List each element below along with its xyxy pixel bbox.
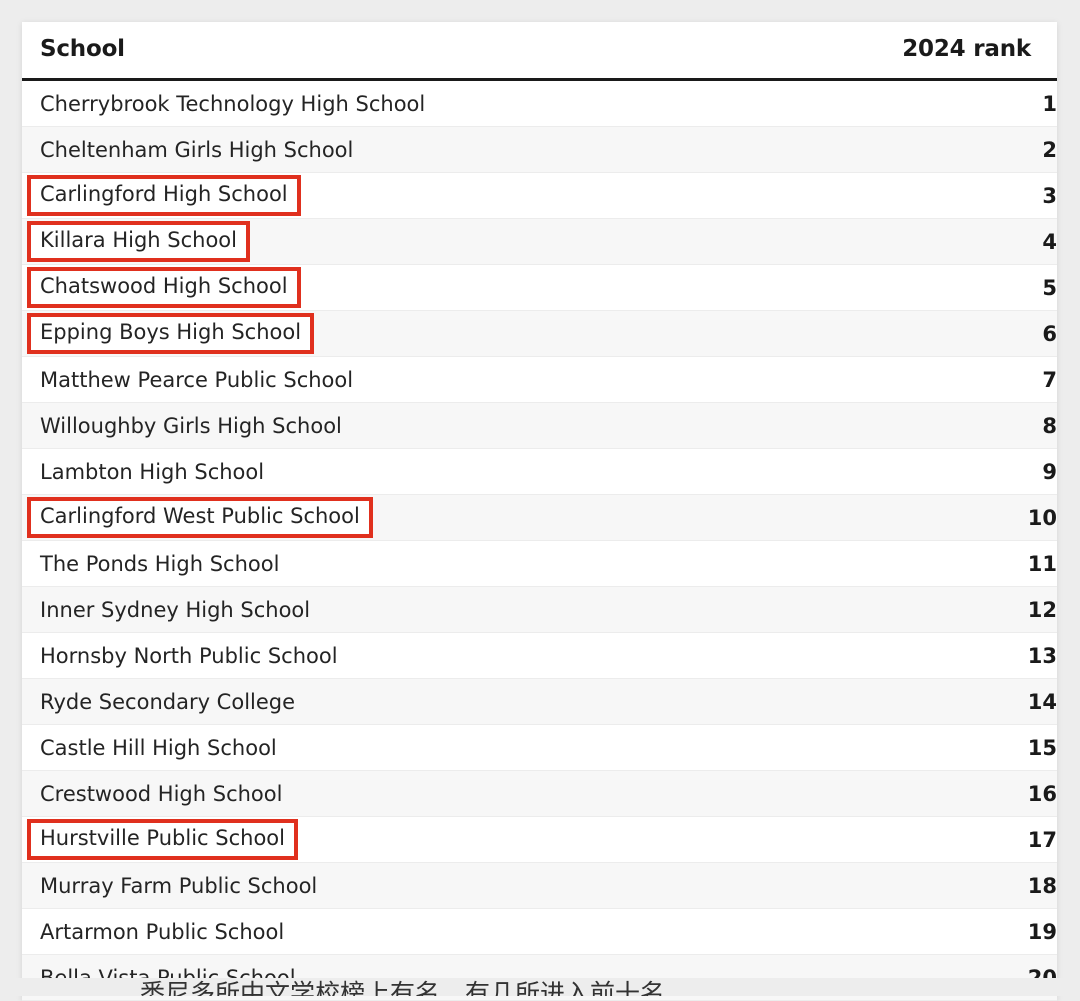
cell-rank: 18 — [851, 862, 1057, 909]
school-name: Lambton High School — [40, 459, 265, 484]
cell-rank: 15 — [851, 724, 1057, 771]
cell-rank: 5 — [851, 264, 1057, 311]
cell-school: Chatswood High School — [22, 264, 851, 311]
table-row[interactable]: Epping Boys High School 6 — [22, 310, 1057, 357]
page-root: School 2024 rank Cherrybrook Technology … — [0, 0, 1080, 1001]
school-name: Inner Sydney High School — [40, 597, 311, 622]
table-row[interactable]: Ryde Secondary College 14 — [22, 678, 1057, 725]
cell-rank: 16 — [851, 770, 1057, 817]
cell-school: Cheltenham Girls High School — [22, 126, 851, 173]
school-name: Crestwood High School — [40, 781, 283, 806]
school-name: Murray Farm Public School — [40, 873, 318, 898]
table-row[interactable]: Willoughby Girls High School 8 — [22, 402, 1057, 449]
cell-school: Killara High School — [22, 218, 851, 265]
cell-rank: 13 — [851, 632, 1057, 679]
school-name: Willoughby Girls High School — [40, 413, 342, 438]
table-row[interactable]: Matthew Pearce Public School 7 — [22, 356, 1057, 403]
column-header-school[interactable]: School — [22, 22, 851, 81]
caption-text: 悉尼多所中文学校榜上有名，有几所进入前十名 — [140, 979, 666, 996]
table-header-row: School 2024 rank — [22, 22, 1057, 81]
cell-school: Epping Boys High School — [22, 310, 851, 357]
caption-clip: 悉尼多所中文学校榜上有名，有几所进入前十名 — [0, 978, 1080, 996]
cell-rank: 4 — [851, 218, 1057, 265]
cell-rank: 1 — [851, 79, 1057, 127]
cell-rank: 7 — [851, 356, 1057, 403]
cell-school: Hornsby North Public School — [22, 632, 851, 679]
table-row[interactable]: Cheltenham Girls High School 2 — [22, 126, 1057, 173]
school-name: Castle Hill High School — [40, 735, 277, 760]
table-body: Cherrybrook Technology High School 1 Chelt… — [22, 79, 1057, 1001]
cell-rank: 19 — [851, 908, 1057, 955]
cell-rank: 9 — [851, 448, 1057, 495]
school-name-highlighted: Carlingford West Public School — [27, 497, 373, 538]
school-name: Matthew Pearce Public School — [40, 367, 354, 392]
cell-rank: 11 — [851, 540, 1057, 587]
table-row[interactable]: Castle Hill High School 15 — [22, 724, 1057, 771]
table-row[interactable]: Carlingford High School 3 — [22, 172, 1057, 219]
table-row[interactable]: Carlingford West Public School 10 — [22, 494, 1057, 541]
school-name: Cherrybrook Technology High School — [40, 91, 426, 116]
table-row[interactable]: Murray Farm Public School 18 — [22, 862, 1057, 909]
cell-school: Cherrybrook Technology High School — [22, 79, 851, 127]
cell-school: Murray Farm Public School — [22, 862, 851, 909]
school-name: The Ponds High School — [40, 551, 280, 576]
table-row[interactable]: Crestwood High School 16 — [22, 770, 1057, 817]
cell-school: Crestwood High School — [22, 770, 851, 817]
cell-school: Willoughby Girls High School — [22, 402, 851, 449]
cell-school: Artarmon Public School — [22, 908, 851, 955]
table-row[interactable]: Artarmon Public School 19 — [22, 908, 1057, 955]
school-ranking-table: School 2024 rank Cherrybrook Technology … — [22, 22, 1057, 1001]
table-row[interactable]: Lambton High School 9 — [22, 448, 1057, 495]
cell-school: Hurstville Public School — [22, 816, 851, 863]
table-row[interactable]: Chatswood High School 5 — [22, 264, 1057, 311]
cell-rank: 12 — [851, 586, 1057, 633]
cell-rank: 6 — [851, 310, 1057, 357]
school-name-highlighted: Killara High School — [27, 221, 250, 262]
cell-school: Matthew Pearce Public School — [22, 356, 851, 403]
ranking-card: School 2024 rank Cherrybrook Technology … — [22, 22, 1057, 1001]
cell-rank: 3 — [851, 172, 1057, 219]
table-row[interactable]: Killara High School 4 — [22, 218, 1057, 265]
cell-rank: 2 — [851, 126, 1057, 173]
table-row[interactable]: Hornsby North Public School 13 — [22, 632, 1057, 679]
cell-rank: 10 — [851, 494, 1057, 541]
column-header-rank[interactable]: 2024 rank — [851, 22, 1057, 81]
school-name-highlighted: Hurstville Public School — [27, 819, 298, 860]
school-name-highlighted: Carlingford High School — [27, 175, 301, 216]
school-name: Cheltenham Girls High School — [40, 137, 354, 162]
cell-school: Carlingford West Public School — [22, 494, 851, 541]
table-row[interactable]: The Ponds High School 11 — [22, 540, 1057, 587]
table-row[interactable]: Hurstville Public School 17 — [22, 816, 1057, 863]
school-name-highlighted: Chatswood High School — [27, 267, 301, 308]
cell-rank: 8 — [851, 402, 1057, 449]
cell-rank: 17 — [851, 816, 1057, 863]
cell-school: Inner Sydney High School — [22, 586, 851, 633]
cell-school: The Ponds High School — [22, 540, 851, 587]
cell-school: Carlingford High School — [22, 172, 851, 219]
table-header: School 2024 rank — [22, 22, 1057, 81]
school-name: Hornsby North Public School — [40, 643, 338, 668]
cell-school: Ryde Secondary College — [22, 678, 851, 725]
table-row[interactable]: Inner Sydney High School 12 — [22, 586, 1057, 633]
table-row[interactable]: Cherrybrook Technology High School 1 — [22, 79, 1057, 127]
school-name: Artarmon Public School — [40, 919, 285, 944]
cell-rank: 14 — [851, 678, 1057, 725]
cell-school: Castle Hill High School — [22, 724, 851, 771]
school-name-highlighted: Epping Boys High School — [27, 313, 315, 354]
cell-school: Lambton High School — [22, 448, 851, 495]
school-name: Ryde Secondary College — [40, 689, 296, 714]
